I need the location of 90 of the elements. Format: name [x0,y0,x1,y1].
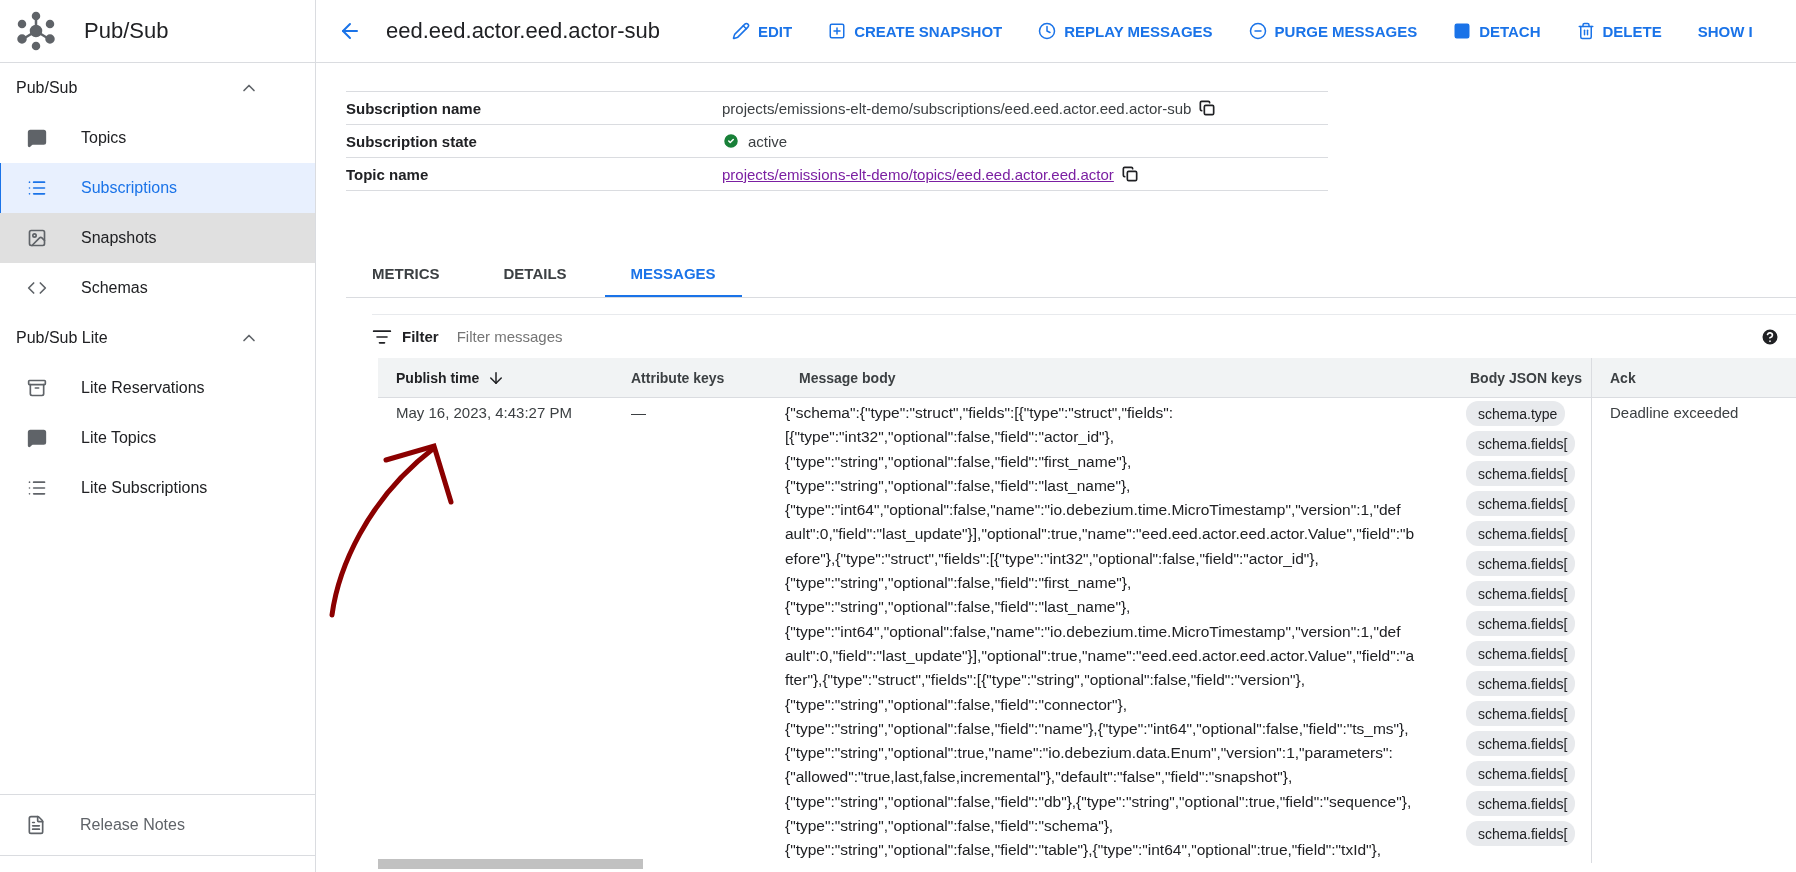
column-header[interactable]: Ack [1610,369,1636,386]
column-header[interactable]: Attribute keys [631,369,725,386]
sidebar-item[interactable]: Lite Subscriptions [0,463,315,513]
list-icon [27,478,47,498]
column-header[interactable]: Message body [799,369,896,386]
json-key-chip: schema.fields[ [1466,521,1576,546]
section-title: Pub/Sub [16,79,78,97]
message-body-line: {"type":"string","optional":false,"field":"first_name"}, [785,451,1133,472]
copy-icon[interactable] [1199,100,1216,116]
action-button[interactable]: SHOW I [1697,22,1753,40]
sidebar-item[interactable]: Topics [0,113,315,163]
json-key-chip: schema.fields[ [1466,701,1576,726]
message-body-line: {"type":"string","optional":false,"field":"last_name"}, [785,475,1132,496]
message-body-line: {"type":"int64","optional":false,"name":"io.debezium.time.MicroTimestamp","version":1,"def [785,621,1402,642]
clock-icon [1038,22,1057,40]
json-key-chip: schema.fields[ [1466,491,1576,516]
sidebar-item[interactable]: Lite Reservations [0,363,315,413]
list-icon [27,178,47,198]
json-key-chip: schema.fields[ [1466,581,1576,606]
help-icon[interactable] [1760,326,1780,347]
tab[interactable]: METRICS [346,251,466,297]
json-key-chip: schema.fields[ [1466,431,1576,456]
json-key-chip: schema.fields[ [1466,821,1576,846]
message-body-line: {"type":"int64","optional":false,"name":"io.debezium.time.MicroTimestamp","version":1,"def [785,500,1402,521]
ack-status: Deadline exceeded [1610,404,1739,421]
action-button[interactable]: REPLAY MESSAGES [1038,22,1213,40]
message-body-line: ault":0,"field":"last_update"}],"optional":true,"name":"eed.eed.actor.eed.actor.Value","field":"a [785,645,1416,666]
message-body-line: ault":0,"field":"last_update"}],"optional":true,"name":"eed.eed.actor.eed.actor.Value","field":"b [785,524,1416,545]
message-body-line: {"type":"string","optional":false,"field":"first_name"}, [785,573,1133,594]
app-title: Pub/Sub [84,18,169,44]
action-button[interactable]: EDIT [731,22,793,40]
message-body-line: {"type":"string","optional":false,"field":"schema"}, [785,816,1115,837]
detail-value: projects/emissions-elt-demo/subscriptions/eed.eed.actor.eed.actor-sub [722,99,1192,117]
minus-circle-icon [1248,22,1267,40]
column-header[interactable]: Publish time [396,369,480,386]
json-key-chip: schema.fields[ [1466,671,1576,696]
topic-link[interactable]: projects/emissions-elt-demo/topics/eed.eed.actor.eed.actor [722,165,1114,183]
json-key-chip: schema.fields[ [1466,461,1576,486]
json-key-chip: schema.fields[ [1466,731,1576,756]
json-key-chip: schema.fields[ [1466,641,1576,666]
message-body-line: {"type":"string","optional":false,"field":"connector"}, [785,694,1128,715]
action-button[interactable]: DELETE [1576,22,1662,40]
column-header[interactable]: Body JSON keys [1470,369,1583,386]
snapshot-icon [27,228,47,248]
message-body-line: {"type":"string","optional":false,"field":"last_name"}, [785,597,1132,618]
action-button[interactable]: CREATE SNAPSHOT [828,22,1003,40]
message-body-line: efore"},{"type":"struct","fields":[{"type":"int32","optional":false,"field":"actor_id"}, [785,548,1320,569]
detail-label: Subscription state [346,132,478,150]
message-body-line: {"type":"string","optional":false,"field":"db"},{"type":"string","optional":true,"field":"sequence"}, [785,791,1413,812]
action-button[interactable]: PURGE MESSAGES [1248,22,1418,40]
attribute-keys: — [631,404,646,421]
release-notes-link[interactable]: Release Notes [0,794,315,856]
json-key-chip: schema.type [1466,401,1566,426]
message-icon [27,428,47,448]
pencil-icon [731,22,750,40]
message-body-line: {"allowed":"true,last,false,incremental"},"default":"false","field":"snapshot"}, [785,767,1294,788]
detail-value: active [748,132,788,150]
scrollbar[interactable] [378,859,643,869]
json-key-chip: schema.fields[ [1466,791,1576,816]
square-icon [1453,22,1472,40]
tab[interactable]: DETAILS [477,251,593,297]
filter-label: Filter [402,328,439,345]
sidebar-item[interactable]: Snapshots [0,213,315,263]
action-button[interactable]: DETACH [1453,22,1541,40]
sidebar-item[interactable]: Schemas [0,263,315,313]
add-box-icon [828,22,847,40]
json-key-chip: schema.fields[ [1466,611,1576,636]
detail-label: Topic name [346,165,430,183]
message-body-line: {"type":"string","optional":true,"name":"io.debezium.data.Enum","version":1,"parameters": [785,743,1394,764]
page-title: eed.eed.actor.eed.actor-sub [386,18,660,44]
json-key-chip: schema.fields[ [1466,761,1576,786]
copy-icon[interactable] [1121,166,1138,182]
message-body-line: fter"},{"type":"struct","fields":[{"type":"string","optional":false,"field":"version"}, [785,670,1307,691]
message-body-line: [{"type":"int32","optional":false,"field":"actor_id"}, [785,427,1116,448]
publish-time: May 16, 2023, 4:43:27 PM [396,404,572,421]
section-title: Pub/Sub Lite [16,329,108,347]
sidebar-item[interactable]: Lite Topics [0,413,315,463]
message-body-line: {"type":"string","optional":false,"field":"table"},{"type":"int64","optional":true,"field":"txId"}, [785,840,1383,861]
json-key-chip: schema.fields[ [1466,551,1576,576]
sidebar-item[interactable]: Subscriptions [0,163,315,213]
notes-icon [26,815,46,835]
tab[interactable]: MESSAGES [604,251,742,297]
logo-icon [16,11,56,51]
archive-icon [27,378,47,398]
message-body-line: {"schema":{"type":"struct","fields":[{"type":"struct","fields": [785,403,1175,423]
message-body-line: {"type":"string","optional":false,"field":"name"},{"type":"int64","optional":false,"field":"ts_ms"}, [785,718,1410,739]
detail-label: Subscription name [346,99,483,117]
trash-icon [1576,22,1595,40]
check-circle-icon [722,132,740,150]
message-icon [27,128,47,148]
